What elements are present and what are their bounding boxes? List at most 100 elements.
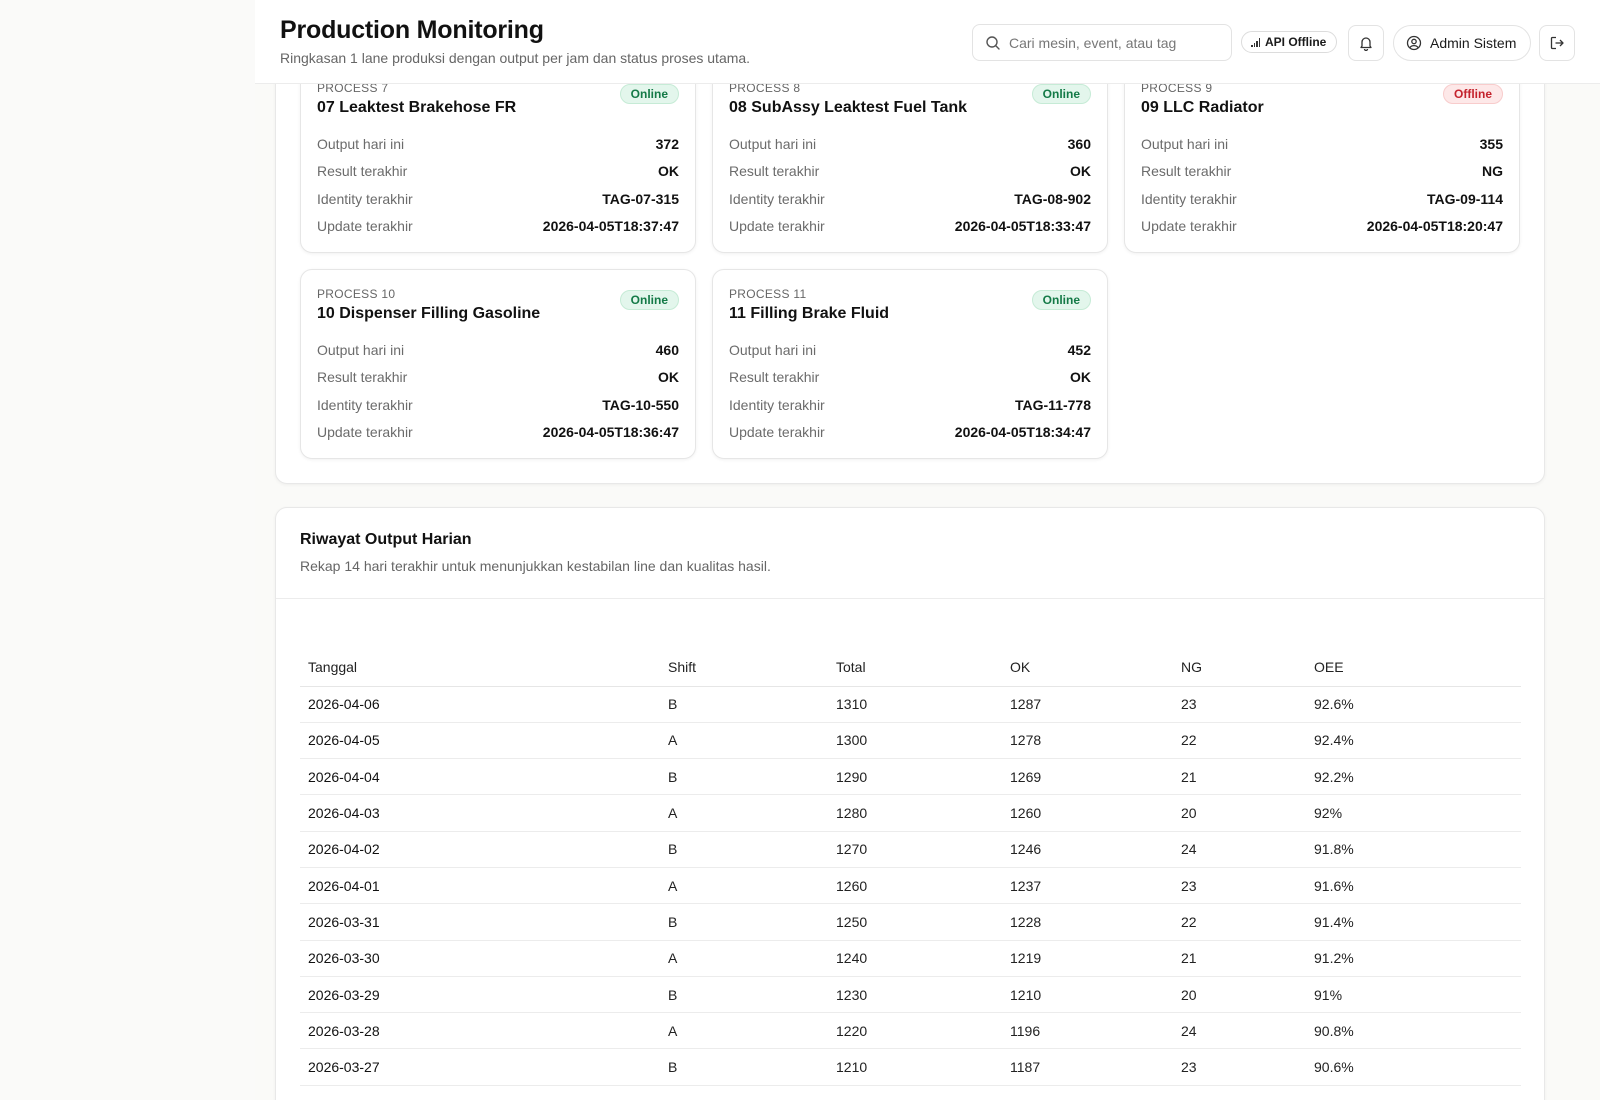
table-cell: 1210 xyxy=(828,1048,1002,1086)
metric-value: 2026-04-05T18:36:47 xyxy=(542,424,679,441)
table-row: 2026-03-29 B 1230 1210 20 91% xyxy=(300,976,1521,1014)
table-cell: 1220 xyxy=(828,1012,1002,1050)
column-header[interactable]: Tanggal xyxy=(300,648,660,687)
table-row: 2026-03-27 B 1210 1187 23 90.6% xyxy=(300,1048,1521,1086)
table-cell: 1287 xyxy=(1002,686,1173,723)
metric-row: Identity terakhir TAG-10-550 xyxy=(317,391,679,419)
metric-row: Output hari ini 452 xyxy=(729,336,1091,364)
process-metrics: Output hari ini 372 Result terakhir OK Ident… xyxy=(317,130,679,240)
table-cell: 24 xyxy=(1173,1012,1306,1050)
metric-value: TAG-07-315 xyxy=(602,190,679,207)
table-cell: 1230 xyxy=(828,976,1002,1014)
metric-row: Output hari ini 355 xyxy=(1141,130,1503,158)
history-title: Riwayat Output Harian xyxy=(300,531,472,548)
table-cell: 21 xyxy=(1173,758,1306,796)
sidebar xyxy=(0,0,255,1100)
metric-row: Result terakhir OK xyxy=(729,158,1091,186)
metric-label: Result terakhir xyxy=(729,369,820,386)
logout-button[interactable] xyxy=(1539,25,1575,61)
process-card[interactable]: PROCESS 7 07 Leaktest Brakehose FR Online O… xyxy=(300,63,696,253)
table-cell: 20 xyxy=(1173,794,1306,832)
table-row: 2026-03-30 A 1240 1219 21 91.2% xyxy=(300,940,1521,977)
process-title: 07 Leaktest Brakehose FR xyxy=(317,99,517,116)
metric-label: Update terakhir xyxy=(1141,218,1237,235)
metric-value: TAG-09-114 xyxy=(1427,190,1503,207)
metric-row: Update terakhir 2026-04-05T18:33:47 xyxy=(729,213,1091,241)
process-metrics: Output hari ini 452 Result terakhir OK Ident… xyxy=(729,336,1091,446)
metric-row: Identity terakhir TAG-09-114 xyxy=(1141,185,1503,213)
metric-row: Update terakhir 2026-04-05T18:37:47 xyxy=(317,213,679,241)
process-card[interactable]: PROCESS 8 08 SubAssy Leaktest Fuel Tank On… xyxy=(712,63,1108,253)
table-cell: 1278 xyxy=(1002,722,1173,760)
status-badge: Online xyxy=(619,290,679,310)
metric-label: Update terakhir xyxy=(317,218,413,235)
process-number: PROCESS 11 xyxy=(729,287,807,301)
process-metrics: Output hari ini 460 Result terakhir OK Ident… xyxy=(317,336,679,446)
process-title: 08 SubAssy Leaktest Fuel Tank xyxy=(729,99,968,116)
user-menu-button[interactable]: Admin Sistem xyxy=(1393,25,1531,61)
history-panel: Riwayat Output Harian Rekap 14 hari tera… xyxy=(275,507,1545,1100)
table-cell: 2026-04-01 xyxy=(300,867,660,905)
process-number: PROCESS 10 xyxy=(317,287,396,301)
table-cell: A xyxy=(660,1012,828,1050)
table-cell: 2026-04-05 xyxy=(300,722,660,760)
table-cell: 1237 xyxy=(1002,867,1173,905)
metric-label: Output hari ini xyxy=(317,135,405,152)
notifications-button[interactable] xyxy=(1348,25,1384,61)
table-cell: B xyxy=(660,976,828,1014)
process-title: 11 Filling Brake Fluid xyxy=(729,305,890,322)
table-cell: 2026-04-02 xyxy=(300,831,660,868)
status-badge: Offline xyxy=(1443,84,1503,104)
page-title: Production Monitoring xyxy=(280,16,544,44)
process-card[interactable]: PROCESS 11 11 Filling Brake Fluid Online Ou… xyxy=(712,269,1108,459)
table-cell: 91.2% xyxy=(1306,940,1521,977)
metric-value: 360 xyxy=(1067,135,1091,152)
column-header[interactable]: Total xyxy=(828,648,1002,687)
column-header[interactable]: OK xyxy=(1002,648,1173,687)
table-row: 2026-04-06 B 1310 1287 23 92.6% xyxy=(300,686,1521,723)
table-row: 2026-04-05 A 1300 1278 22 92.4% xyxy=(300,722,1521,760)
table-cell: 2026-04-03 xyxy=(300,794,660,832)
table-cell: 91.8% xyxy=(1306,831,1521,868)
metric-value: 460 xyxy=(655,341,679,358)
table-row: 2026-04-01 A 1260 1237 23 91.6% xyxy=(300,867,1521,905)
table-cell: 1240 xyxy=(828,940,1002,977)
process-title: 10 Dispenser Filling Gasoline xyxy=(317,305,541,322)
metric-value: OK xyxy=(1070,163,1091,180)
api-status-badge: API Offline xyxy=(1241,31,1338,53)
metric-value: NG xyxy=(1482,163,1503,180)
table-row: 2026-03-31 B 1250 1228 22 91.4% xyxy=(300,903,1521,941)
signal-icon xyxy=(1251,37,1260,47)
table-cell: 92.6% xyxy=(1306,686,1521,723)
column-header[interactable]: Shift xyxy=(660,648,828,687)
table-row: 2026-04-02 B 1270 1246 24 91.8% xyxy=(300,831,1521,868)
table-cell: 1196 xyxy=(1002,1012,1173,1050)
metric-label: Update terakhir xyxy=(729,424,825,441)
metric-label: Update terakhir xyxy=(317,424,413,441)
bell-icon xyxy=(1360,37,1372,51)
table-cell: 1228 xyxy=(1002,903,1173,941)
table-cell: A xyxy=(660,867,828,905)
metric-label: Update terakhir xyxy=(729,218,825,235)
history-divider xyxy=(276,598,1544,599)
column-header[interactable]: NG xyxy=(1173,648,1306,687)
search-input[interactable] xyxy=(1009,34,1219,51)
metric-row: Update terakhir 2026-04-05T18:20:47 xyxy=(1141,213,1503,241)
table-cell: 2026-03-30 xyxy=(300,940,660,977)
process-card[interactable]: PROCESS 9 09 LLC Radiator Offline Output ha… xyxy=(1124,63,1520,253)
table-cell: B xyxy=(660,903,828,941)
metric-value: OK xyxy=(1070,369,1091,386)
table-cell: 92% xyxy=(1306,794,1521,832)
table-cell: 2026-04-04 xyxy=(300,758,660,796)
table-cell: 2026-04-06 xyxy=(300,686,660,723)
metric-row: Output hari ini 460 xyxy=(317,336,679,364)
table-cell: 90.6% xyxy=(1306,1048,1521,1086)
process-card[interactable]: PROCESS 10 10 Dispenser Filling Gasoline O… xyxy=(300,269,696,459)
search-box[interactable] xyxy=(972,24,1232,61)
table-cell: A xyxy=(660,794,828,832)
process-metrics: Output hari ini 355 Result terakhir NG Ident… xyxy=(1141,130,1503,240)
table-cell: 1250 xyxy=(828,903,1002,941)
metric-value: 355 xyxy=(1479,135,1503,152)
column-header[interactable]: OEE xyxy=(1306,648,1521,687)
metric-row: Output hari ini 360 xyxy=(729,130,1091,158)
